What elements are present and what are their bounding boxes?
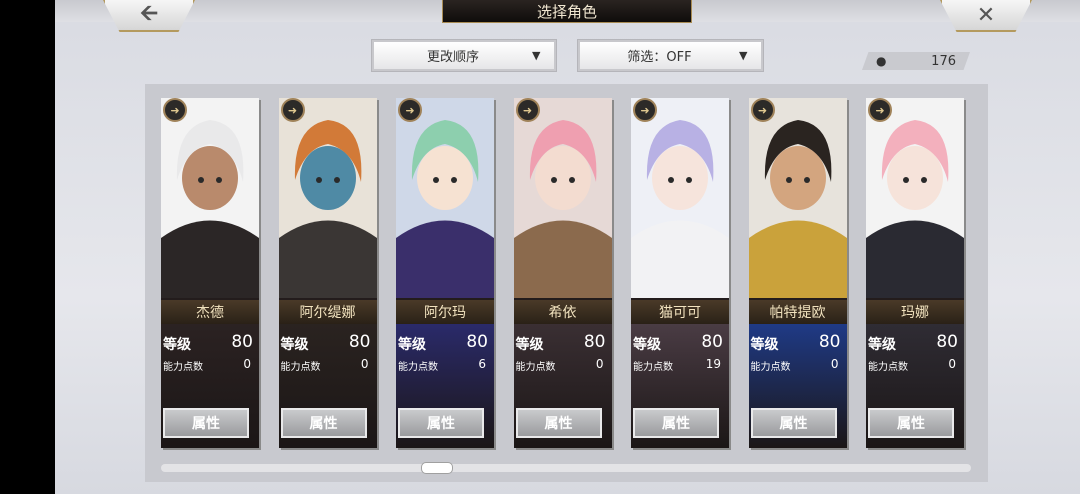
ability-points-value: 0 xyxy=(243,357,251,371)
ability-points-label: 能力点数 xyxy=(398,362,438,373)
character-stats: 等级 80 能力点数 19 属性 xyxy=(631,324,729,448)
class-emblem-icon: ➜ xyxy=(750,98,775,122)
close-button[interactable]: ✕ xyxy=(940,0,1032,32)
character-card[interactable]: ➜ 阿尔缇娜 等级 80 能力点数 0 属性 xyxy=(278,98,377,448)
chevron-down-icon: ▼ xyxy=(532,49,541,62)
level-label: 等级 xyxy=(398,337,426,353)
character-stats: 等级 80 能力点数 6 属性 xyxy=(396,324,494,448)
sort-order-label: 更改顺序 xyxy=(426,50,479,65)
attribute-button[interactable]: 属性 xyxy=(750,408,837,438)
character-stats: 等级 80 能力点数 0 属性 xyxy=(866,324,964,448)
character-card[interactable]: ➜ 杰德 等级 80 能力点数 0 属性 xyxy=(161,98,259,448)
character-card[interactable]: ➜ 希依 等级 80 能力点数 0 属性 xyxy=(513,98,612,448)
ability-points-label: 能力点数 xyxy=(868,362,908,373)
level-label: 等级 xyxy=(280,337,309,353)
sort-order-dropdown[interactable]: 更改顺序 ▼ xyxy=(372,40,556,71)
character-name: 猫可可 xyxy=(631,300,729,324)
character-name: 阿尔缇娜 xyxy=(278,300,377,324)
character-portrait xyxy=(748,98,847,298)
level-value: 80 xyxy=(701,332,723,352)
character-card[interactable]: ➜ 帕特提欧 等级 80 能力点数 0 属性 xyxy=(748,98,847,448)
character-stats: 等级 80 能力点数 0 属性 xyxy=(748,324,847,448)
level-label: 等级 xyxy=(515,337,544,353)
character-stats: 等级 80 能力点数 0 属性 xyxy=(513,324,612,448)
class-emblem-icon: ➜ xyxy=(868,98,892,122)
character-card[interactable]: ➜ 阿尔玛 等级 80 能力点数 6 属性 xyxy=(396,98,494,448)
class-emblem-icon: ➜ xyxy=(515,98,540,122)
ability-points-label: 能力点数 xyxy=(163,362,203,373)
person-icon: ● xyxy=(876,54,887,68)
level-label: 等级 xyxy=(868,337,896,353)
level-value: 80 xyxy=(936,332,958,352)
attribute-button[interactable]: 属性 xyxy=(163,408,249,438)
character-count-value: 176 xyxy=(931,53,956,69)
character-name: 玛娜 xyxy=(866,300,964,324)
attribute-button[interactable]: 属性 xyxy=(868,408,954,438)
page-title: 选择角色 xyxy=(442,0,692,23)
attribute-button[interactable]: 属性 xyxy=(633,408,719,438)
ability-points-value: 0 xyxy=(360,357,369,371)
scrollbar-thumb[interactable] xyxy=(421,462,453,474)
filter-label: 筛选：OFF xyxy=(627,50,692,65)
filter-dropdown[interactable]: 筛选：OFF ▼ xyxy=(578,40,763,71)
character-select-screen: 🡨 选择角色 ✕ 更改顺序 ▼ 筛选：OFF ▼ ● 176 ➜ 杰德 等级 8… xyxy=(55,0,1080,494)
character-list-panel: ➜ 杰德 等级 80 能力点数 0 属性 ➜ 阿尔缇娜 等级 80 能力点数 0… xyxy=(145,84,988,482)
ability-points-value: 0 xyxy=(948,357,956,371)
close-icon: ✕ xyxy=(976,2,996,28)
character-portrait xyxy=(396,98,494,298)
horizontal-scrollbar[interactable] xyxy=(161,464,971,472)
level-value: 80 xyxy=(466,332,488,352)
attribute-button[interactable]: 属性 xyxy=(398,408,484,438)
level-value: 80 xyxy=(231,332,253,352)
ability-points-value: 19 xyxy=(705,357,721,371)
class-emblem-icon: ➜ xyxy=(633,98,657,122)
character-card[interactable]: ➜ 猫可可 等级 80 能力点数 19 属性 xyxy=(631,98,729,448)
level-value: 80 xyxy=(348,332,371,352)
character-stats: 等级 80 能力点数 0 属性 xyxy=(278,324,377,448)
character-portrait xyxy=(631,98,729,298)
character-portrait xyxy=(513,98,612,298)
ability-points-value: 6 xyxy=(478,357,486,371)
ability-points-label: 能力点数 xyxy=(515,362,556,373)
character-name: 阿尔玛 xyxy=(396,300,494,324)
ability-points-label: 能力点数 xyxy=(750,362,791,373)
chevron-down-icon: ▼ xyxy=(739,49,748,62)
level-value: 80 xyxy=(818,332,841,352)
level-label: 等级 xyxy=(750,337,779,353)
character-name: 杰德 xyxy=(161,300,259,324)
level-value: 80 xyxy=(583,332,606,352)
ability-points-label: 能力点数 xyxy=(633,362,673,373)
ability-points-value: 0 xyxy=(595,357,604,371)
character-stats: 等级 80 能力点数 0 属性 xyxy=(161,324,259,448)
attribute-button[interactable]: 属性 xyxy=(280,408,367,438)
class-emblem-icon: ➜ xyxy=(280,98,305,122)
back-button[interactable]: 🡨 xyxy=(103,0,195,32)
back-arrow-icon: 🡨 xyxy=(140,1,158,26)
class-emblem-icon: ➜ xyxy=(163,98,187,122)
character-card[interactable]: ➜ 玛娜 等级 80 能力点数 0 属性 xyxy=(866,98,964,448)
character-portrait xyxy=(866,98,964,298)
level-label: 等级 xyxy=(163,337,191,353)
attribute-button[interactable]: 属性 xyxy=(515,408,602,438)
character-name: 帕特提欧 xyxy=(748,300,847,324)
character-name: 希依 xyxy=(513,300,612,324)
level-label: 等级 xyxy=(633,337,661,353)
character-portrait xyxy=(278,98,377,298)
ability-points-value: 0 xyxy=(830,357,839,371)
ability-points-label: 能力点数 xyxy=(280,362,321,373)
character-count: ● 176 xyxy=(862,52,970,70)
character-card-row: ➜ 杰德 等级 80 能力点数 0 属性 ➜ 阿尔缇娜 等级 80 能力点数 0… xyxy=(161,98,988,448)
character-portrait xyxy=(161,98,259,298)
class-emblem-icon: ➜ xyxy=(398,98,422,122)
